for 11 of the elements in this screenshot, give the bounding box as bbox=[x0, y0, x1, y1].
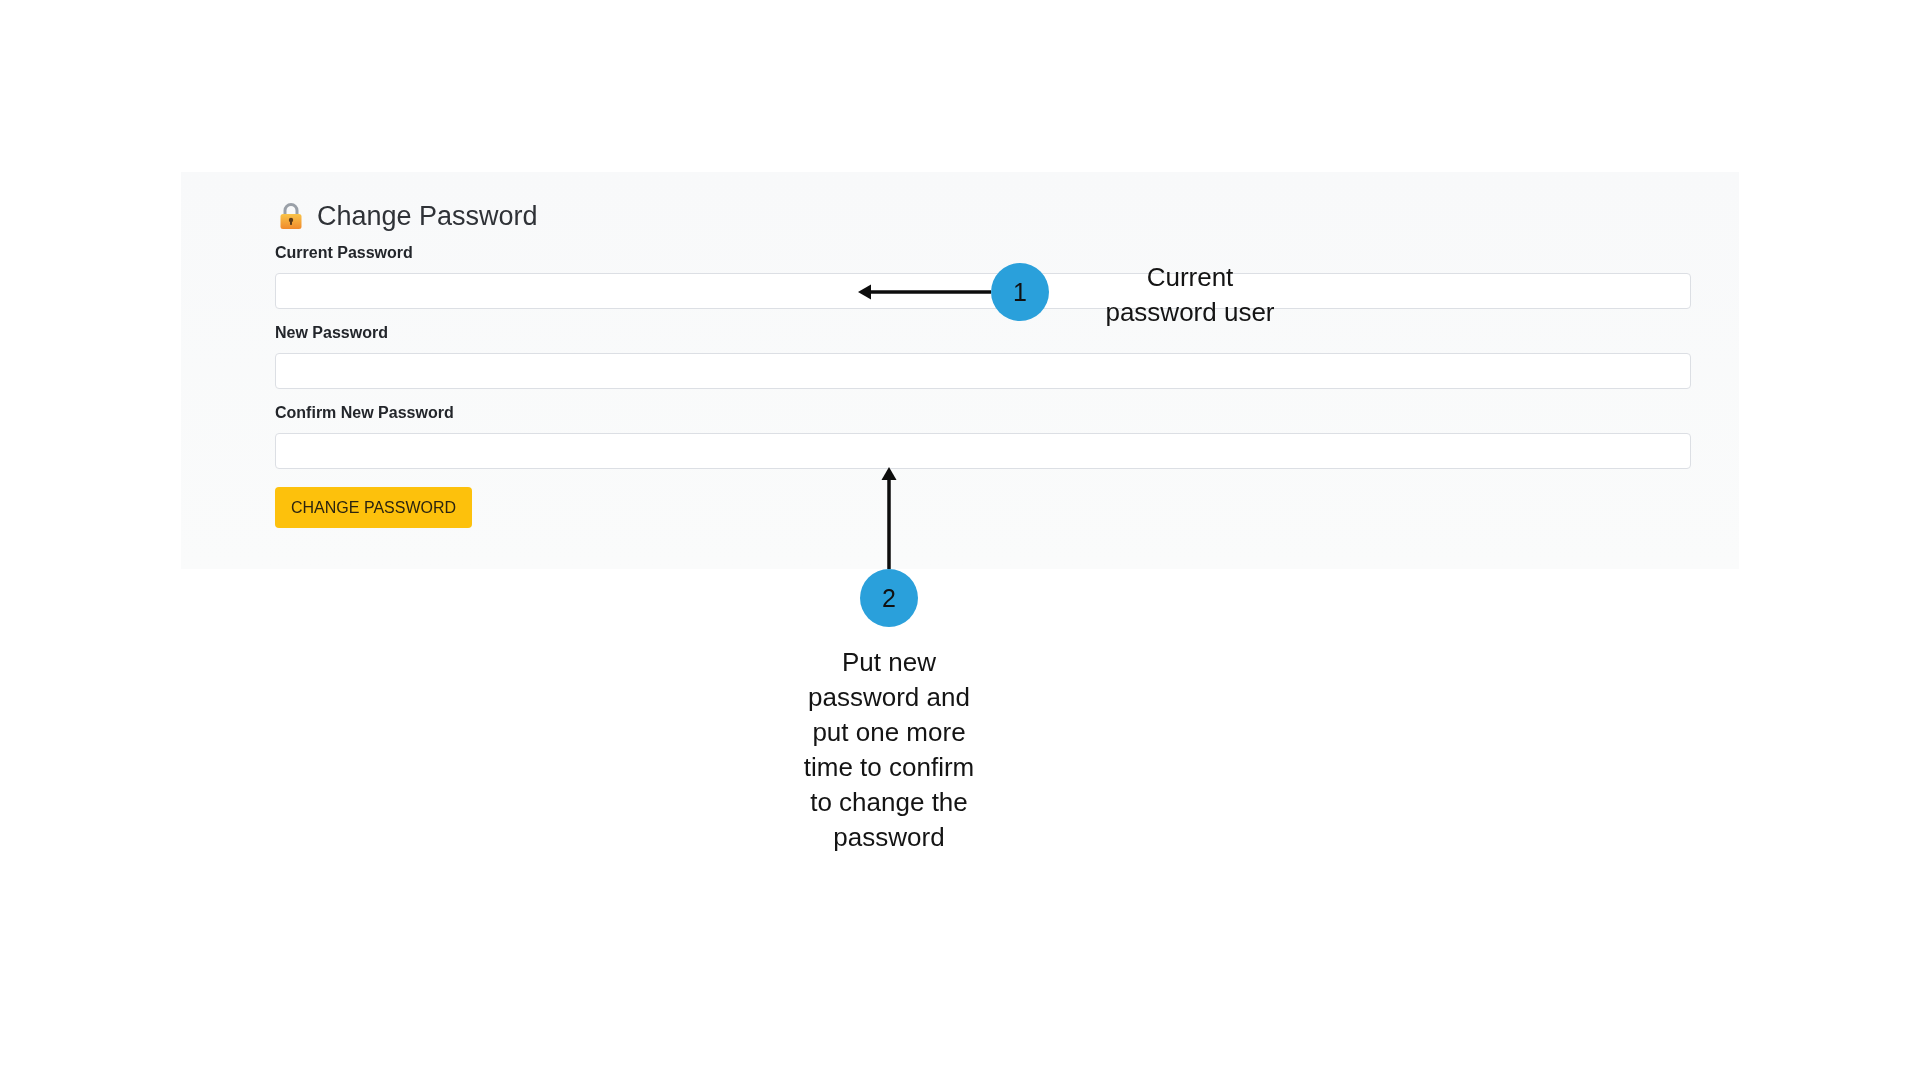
change-password-button[interactable]: CHANGE PASSWORD bbox=[275, 487, 473, 528]
callout-note: Put new password and put one more time to confirm to change the password bbox=[802, 646, 976, 854]
password-field[interactable] bbox=[275, 433, 1691, 469]
field-label: New Password bbox=[275, 323, 388, 343]
step-number: 2 bbox=[860, 569, 918, 627]
password-field[interactable] bbox=[275, 353, 1691, 389]
form-title: Change Password bbox=[317, 200, 538, 233]
field-label: Confirm New Password bbox=[275, 403, 454, 423]
field-label: Current Password bbox=[275, 243, 413, 263]
callout-note: Current password user bbox=[1104, 261, 1276, 329]
padlock-icon bbox=[279, 203, 303, 229]
